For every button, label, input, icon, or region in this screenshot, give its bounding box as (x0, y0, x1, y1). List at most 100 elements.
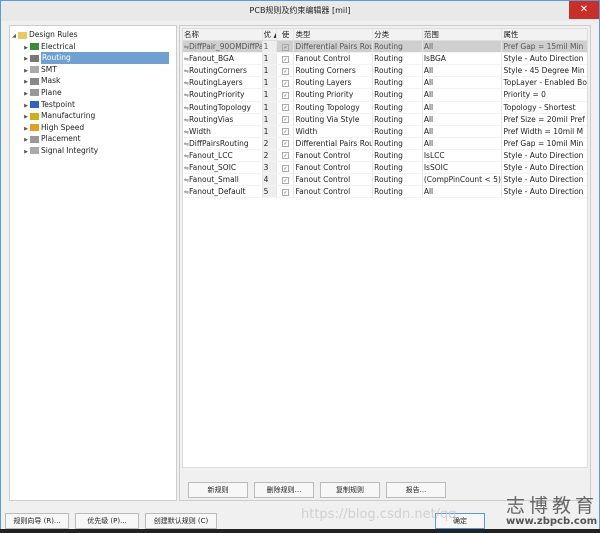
rule-name: ⇋Width (183, 125, 263, 137)
rule-priority: 1 (262, 125, 277, 137)
rule-attributes: Pref Size = 20mil Pref (503, 114, 585, 124)
tree-item-placement[interactable]: ▶ Placement (10, 133, 176, 145)
table-row[interactable]: ⇋Fanout_LCC 2 ✓ Fanout Control Routing I… (183, 149, 587, 163)
tree-root[interactable]: ◢ Design Rules (10, 29, 176, 41)
report-button[interactable]: 报告... (386, 482, 446, 498)
table-row[interactable]: ⇋RoutingLayers 1 ✓ Routing Layers Routin… (183, 77, 587, 90)
plane-icon (30, 89, 39, 97)
enabled-checkbox[interactable]: ✓ (277, 137, 295, 149)
rule-category: Routing (373, 113, 423, 125)
check-icon[interactable]: ✓ (282, 152, 289, 160)
priorities-button[interactable]: 优先级 (P)... (75, 513, 139, 529)
check-icon[interactable]: ✓ (282, 91, 289, 99)
tree-item-testpoint[interactable]: ▶ Testpoint (10, 99, 176, 111)
rule-name: ⇋RoutingVias (183, 113, 263, 125)
check-icon[interactable]: ✓ (282, 116, 289, 124)
rule-type: Routing Corners (294, 65, 374, 77)
enabled-checkbox[interactable]: ✓ (277, 113, 295, 125)
check-icon[interactable]: ✓ (282, 164, 289, 172)
col-enabled[interactable]: 使 (277, 29, 295, 41)
check-icon[interactable]: ✓ (282, 128, 289, 136)
table-row[interactable]: ⇋RoutingTopology 1 ✓ Routing Topology Ro… (183, 101, 587, 114)
rule-name: ⇋RoutingCorners (183, 65, 263, 77)
rule-category: Routing (373, 186, 423, 198)
rule-name: ⇋Fanout_LCC (183, 149, 263, 162)
tree-item-mask[interactable]: ▶ Mask (10, 75, 176, 87)
rule-type: Differential Pairs Routing (295, 41, 374, 53)
col-name[interactable]: 名称 (183, 29, 263, 41)
expand-icon[interactable]: ▶ (22, 147, 30, 159)
rule-type: Routing Via Style (294, 113, 374, 125)
table-row[interactable]: ⇋Width 1 ✓ Width Routing All Pref Width … (183, 125, 587, 138)
delete-rule-button[interactable]: 删除规则... (254, 482, 314, 498)
rule-scope: All (423, 65, 503, 77)
check-icon[interactable]: ✓ (282, 104, 289, 112)
table-row[interactable]: ⇋Fanout_BGA 1 ✓ Fanout Control Routing I… (183, 53, 587, 66)
tree-item-routing[interactable]: ▶ Routing (10, 52, 176, 64)
check-icon[interactable]: ✓ (282, 188, 289, 196)
rule-scope: All (423, 41, 503, 53)
mask-icon (30, 77, 39, 85)
rule-type: Fanout Control (294, 53, 374, 65)
copy-rule-button[interactable]: 复制规则 (320, 482, 380, 498)
rule-scope: All (423, 89, 503, 101)
testpoint-icon (30, 101, 39, 109)
rule-priority: 1 (262, 101, 277, 113)
rule-name: ⇋Fanout_Small (183, 174, 263, 186)
enabled-checkbox[interactable]: ✓ (277, 174, 295, 186)
table-row[interactable]: ⇋RoutingVias 1 ✓ Routing Via Style Routi… (183, 113, 587, 126)
high-speed-icon (30, 124, 39, 132)
table-row[interactable]: ⇋Fanout_Default 5 ✓ Fanout Control Routi… (183, 186, 587, 199)
tree-item-manufacturing[interactable]: ▶ Manufacturing (10, 110, 176, 122)
check-icon[interactable]: ✓ (282, 176, 289, 184)
rule-attributes: Pref Gap = 15mil Min (503, 42, 584, 52)
enabled-checkbox[interactable]: ✓ (277, 53, 295, 65)
tree-item-high-speed[interactable]: ▶ High Speed (10, 122, 176, 134)
table-row[interactable]: ⇋RoutingCorners 1 ✓ Routing Corners Rout… (183, 65, 587, 78)
rule-category: Routing (373, 77, 423, 89)
col-category[interactable]: 分类 (373, 29, 423, 41)
enabled-checkbox[interactable]: ✓ (277, 89, 295, 101)
col-scope[interactable]: 范围 (423, 29, 503, 41)
rule-name: ⇋Fanout_Default (183, 186, 263, 198)
col-priority[interactable]: 优 ▲ (262, 29, 277, 41)
tree-item-electrical[interactable]: ▶ Electrical (10, 41, 176, 53)
rule-category: Routing (373, 149, 423, 162)
enabled-checkbox[interactable]: ✓ (277, 162, 295, 174)
enabled-checkbox[interactable]: ✓ (277, 186, 295, 198)
rule-name: ⇋RoutingPriority (183, 89, 263, 101)
tree-item-plane[interactable]: ▶ Plane (10, 87, 176, 99)
rule-priority: 1 (262, 77, 277, 89)
tree-item-smt[interactable]: ▶ SMT (10, 64, 176, 76)
rule-wizard-button[interactable]: 规则向导 (R)... (5, 513, 69, 529)
enabled-checkbox[interactable]: ✓ (277, 41, 295, 53)
rule-scope: All (423, 113, 503, 125)
col-attributes[interactable]: 属性 (502, 29, 587, 40)
table-row[interactable]: ⇋Fanout_SOIC 3 ✓ Fanout Control Routing … (183, 162, 587, 175)
title-bar: PCB规则及约束编辑器 [mil] ✕ (1, 1, 599, 21)
rule-category: Routing (373, 65, 423, 77)
table-row[interactable]: ⇋DiffPairsRouting 2 ✓ Differential Pairs… (183, 137, 587, 150)
enabled-checkbox[interactable]: ✓ (277, 77, 295, 89)
check-icon[interactable]: ✓ (282, 140, 289, 148)
tree-item-signal-integrity[interactable]: ▶ Signal Integrity (10, 145, 176, 157)
enabled-checkbox[interactable]: ✓ (277, 149, 295, 162)
enabled-checkbox[interactable]: ✓ (277, 65, 295, 77)
rule-priority: 1 (262, 113, 277, 125)
table-row[interactable]: ⇋RoutingPriority 1 ✓ Routing Priority Ro… (183, 89, 587, 102)
col-type[interactable]: 类型 (294, 29, 374, 41)
table-row[interactable]: ⇋DiffPair_90OMDiffPair 1 ✓ Differential … (183, 41, 587, 54)
new-rule-button[interactable]: 新规则 (188, 482, 248, 498)
create-default-rules-button[interactable]: 创建默认规则 (C) (145, 513, 217, 529)
check-icon[interactable]: ✓ (282, 67, 289, 75)
enabled-checkbox[interactable]: ✓ (277, 125, 295, 137)
rule-scope: (CompPinCount < 5) (423, 174, 503, 186)
check-icon[interactable]: ✓ (282, 79, 289, 87)
rule-type: Fanout Control (294, 162, 374, 174)
check-icon[interactable]: ✓ (282, 43, 289, 51)
enabled-checkbox[interactable]: ✓ (277, 101, 295, 113)
table-row[interactable]: ⇋Fanout_Small 4 ✓ Fanout Control Routing… (183, 174, 587, 187)
rule-category: Routing (373, 41, 423, 53)
check-icon[interactable]: ✓ (282, 55, 289, 63)
close-icon[interactable]: ✕ (569, 1, 599, 19)
